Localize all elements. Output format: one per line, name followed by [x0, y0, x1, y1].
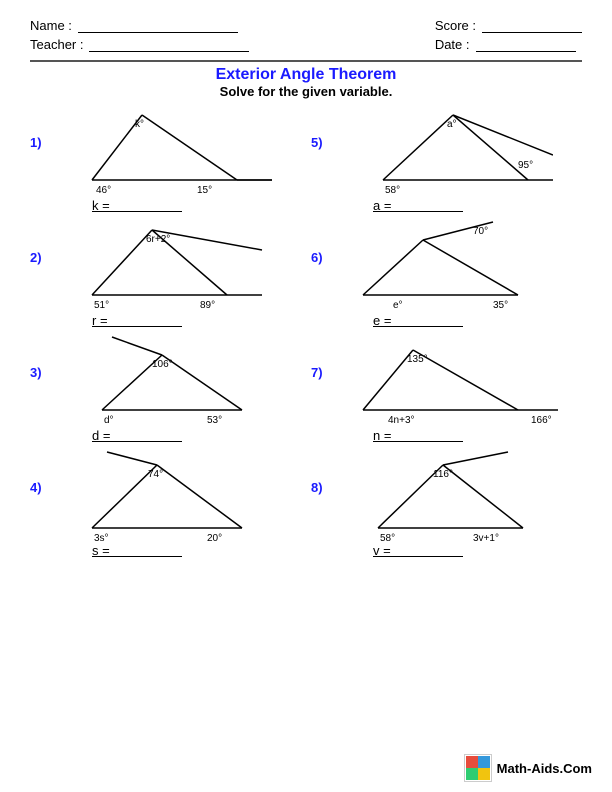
svg-text:4n+3°: 4n+3° — [388, 415, 415, 425]
watermark: Math-Aids.Com — [464, 754, 592, 782]
name-underline[interactable] — [78, 19, 238, 33]
svg-text:58°: 58° — [385, 185, 400, 195]
problem-1-blank[interactable] — [137, 198, 182, 212]
svg-text:95°: 95° — [518, 160, 533, 171]
problem-1-triangle: k° 46° 15° — [52, 105, 292, 195]
problem-8-triangle: 116° 58° 3v+1° — [333, 450, 573, 540]
svg-text:3s°: 3s° — [94, 533, 109, 544]
score-underline[interactable] — [482, 19, 582, 33]
problem-1-answer-label: k = — [92, 198, 137, 212]
teacher-field: Teacher : — [30, 37, 249, 52]
problem-3-blank[interactable] — [137, 428, 182, 442]
svg-text:74°: 74° — [148, 469, 163, 480]
score-label: Score : — [435, 18, 476, 33]
problem-1-answer: k = — [92, 197, 182, 212]
watermark-text: Math-Aids.Com — [497, 761, 592, 776]
problem-3-answer: d = — [92, 427, 182, 442]
teacher-label: Teacher : — [30, 37, 83, 52]
problem-8-answer-label: v = — [373, 543, 418, 557]
problem-4-triangle: 74° 3s° 20° — [52, 450, 292, 540]
problem-1-number: 1) — [30, 135, 42, 150]
problem-6-answer: e = — [373, 312, 463, 327]
worksheet-page: Name : Teacher : Score : Date : Exterior… — [0, 0, 612, 792]
teacher-underline[interactable] — [89, 38, 249, 52]
problem-8-blank[interactable] — [418, 543, 463, 557]
problem-2-blank[interactable] — [137, 313, 182, 327]
problem-5-number: 5) — [311, 135, 323, 150]
svg-text:166°: 166° — [531, 415, 552, 425]
problem-6-answer-label: e = — [373, 313, 418, 327]
worksheet-title: Exterior Angle Theorem — [30, 66, 582, 84]
problem-7-answer-label: n = — [373, 428, 418, 442]
problem-5-triangle: a° 58° 95° — [333, 105, 573, 195]
svg-text:53°: 53° — [207, 415, 222, 425]
name-field: Name : — [30, 18, 249, 33]
svg-text:89°: 89° — [200, 300, 215, 310]
name-label: Name : — [30, 18, 72, 33]
svg-text:20°: 20° — [207, 533, 222, 544]
svg-text:e°: e° — [393, 300, 403, 310]
problem-7-answer: n = — [373, 427, 463, 442]
problem-4: 4) 74° 3s° 20° s = — [30, 450, 301, 557]
svg-text:a°: a° — [447, 119, 457, 130]
problem-3-number: 3) — [30, 365, 42, 380]
problem-6-number: 6) — [311, 250, 323, 265]
svg-text:6r+2°: 6r+2° — [146, 234, 170, 245]
problem-4-blank[interactable] — [137, 543, 182, 557]
date-label: Date : — [435, 37, 470, 52]
date-underline[interactable] — [476, 38, 576, 52]
problem-7-number: 7) — [311, 365, 323, 380]
svg-text:51°: 51° — [94, 300, 109, 310]
problem-6: 6) 70° e° 35° e = — [311, 220, 582, 327]
svg-text:58°: 58° — [380, 533, 395, 544]
problem-5: 5) a° 58° 95° a = — [311, 105, 582, 212]
svg-text:135°: 135° — [407, 354, 428, 365]
svg-text:46°: 46° — [96, 185, 111, 195]
svg-text:70°: 70° — [473, 226, 488, 237]
svg-text:35°: 35° — [493, 300, 508, 310]
problem-5-answer-label: a = — [373, 198, 418, 212]
problem-4-answer-label: s = — [92, 543, 137, 557]
problem-6-triangle: 70° e° 35° — [333, 220, 573, 310]
svg-text:15°: 15° — [197, 185, 212, 195]
problem-2: 2) 6r+2° 51° 89° r = — [30, 220, 301, 327]
worksheet-subtitle: Solve for the given variable. — [30, 84, 582, 99]
problem-7: 7) 135° 4n+3° 166° n = — [311, 335, 582, 442]
header: Name : Teacher : Score : Date : — [30, 18, 582, 52]
svg-text:116°: 116° — [433, 469, 453, 480]
problem-5-blank[interactable] — [418, 198, 463, 212]
date-field: Date : — [435, 37, 582, 52]
problem-2-number: 2) — [30, 250, 42, 265]
score-field: Score : — [435, 18, 582, 33]
problem-7-blank[interactable] — [418, 428, 463, 442]
header-divider — [30, 60, 582, 62]
svg-text:3v+1°: 3v+1° — [473, 533, 499, 544]
problem-2-triangle: 6r+2° 51° 89° — [52, 220, 292, 310]
problem-2-answer: r = — [92, 312, 182, 327]
header-left: Name : Teacher : — [30, 18, 249, 52]
logo-box — [464, 754, 492, 782]
title-section: Exterior Angle Theorem Solve for the giv… — [30, 66, 582, 99]
problem-3-triangle: 106° d° 53° — [52, 335, 292, 425]
problem-6-blank[interactable] — [418, 313, 463, 327]
problem-1: 1) k° 46° 15° k = — [30, 105, 301, 212]
svg-text:106°: 106° — [152, 359, 173, 370]
problem-4-number: 4) — [30, 480, 42, 495]
problem-7-triangle: 135° 4n+3° 166° — [333, 335, 573, 425]
problem-3-answer-label: d = — [92, 428, 137, 442]
problem-3: 3) 106° d° 53° d = — [30, 335, 301, 442]
header-right: Score : Date : — [435, 18, 582, 52]
svg-text:k°: k° — [135, 119, 144, 130]
problems-grid: 1) k° 46° 15° k = — [30, 105, 582, 561]
problem-8-number: 8) — [311, 480, 323, 495]
problem-5-answer: a = — [373, 197, 463, 212]
problem-8: 8) 116° 58° 3v+1° v = — [311, 450, 582, 557]
svg-text:d°: d° — [104, 415, 114, 425]
problem-2-answer-label: r = — [92, 313, 137, 327]
